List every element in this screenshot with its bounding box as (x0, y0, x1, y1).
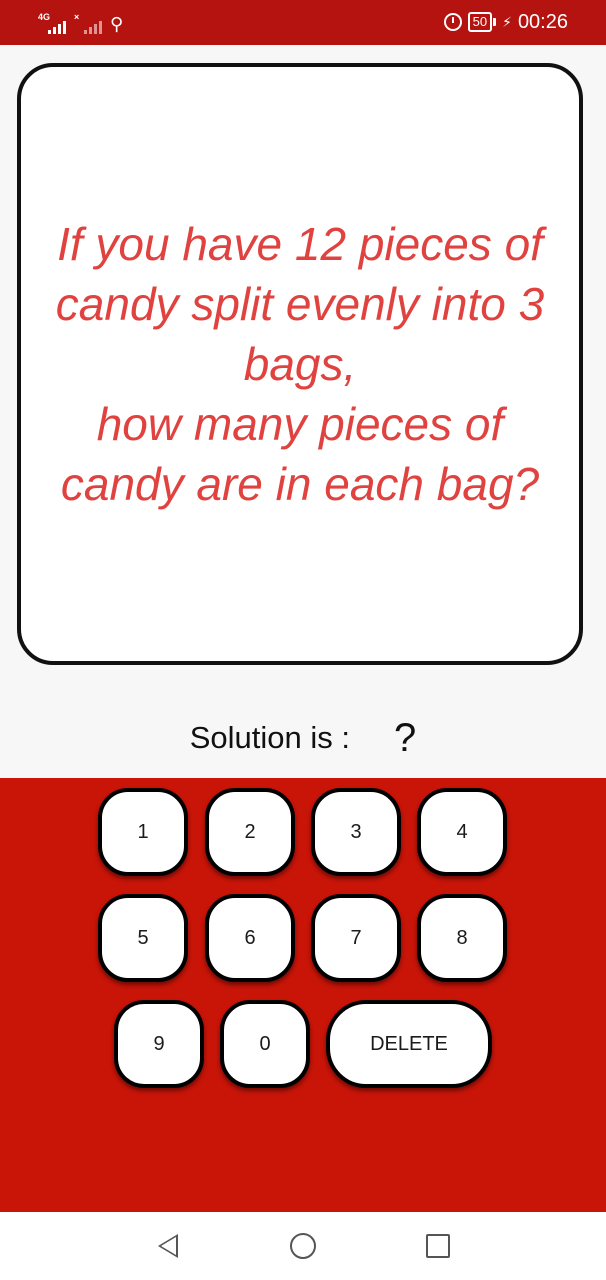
back-button[interactable] (152, 1230, 184, 1262)
recents-icon (426, 1234, 450, 1258)
navigation-bar (0, 1212, 606, 1280)
key-9[interactable]: 9 (114, 1000, 204, 1088)
question-text: If you have 12 pieces of candy split eve… (55, 218, 545, 510)
key-7[interactable]: 7 (311, 894, 401, 982)
key-3[interactable]: 3 (311, 788, 401, 876)
solution-row: Solution is : ? (0, 710, 606, 766)
status-bar: 4G × ⚲ 50 ⚡ 00:26 (0, 0, 606, 45)
question-card: If you have 12 pieces of candy split eve… (17, 63, 583, 665)
no-signal-icon: × (74, 12, 102, 34)
battery-icon: 50 (467, 12, 497, 32)
home-button[interactable] (287, 1230, 319, 1262)
solution-label: Solution is : (189, 720, 350, 755)
status-right-group: 50 ⚡ 00:26 (443, 8, 568, 36)
key-4[interactable]: 4 (417, 788, 507, 876)
key-5[interactable]: 5 (98, 894, 188, 982)
home-icon (290, 1233, 316, 1259)
alarm-icon (443, 13, 462, 31)
usb-icon: ⚲ (110, 14, 124, 34)
battery-level: 50 (472, 14, 488, 29)
delete-button[interactable]: DELETE (326, 1000, 492, 1088)
solution-value: ? (394, 715, 417, 760)
key-1[interactable]: 1 (98, 788, 188, 876)
signal-icon: 4G (38, 12, 66, 34)
key-2[interactable]: 2 (205, 788, 295, 876)
key-0[interactable]: 0 (220, 1000, 310, 1088)
back-icon (158, 1234, 178, 1258)
keypad: 1 2 3 4 5 6 7 8 9 0 DELETE (0, 778, 606, 1212)
key-8[interactable]: 8 (417, 894, 507, 982)
recents-button[interactable] (422, 1230, 454, 1262)
status-left-group: 4G × ⚲ (38, 10, 123, 34)
key-6[interactable]: 6 (205, 894, 295, 982)
charging-icon: ⚡ (502, 13, 512, 30)
status-time: 00:26 (517, 10, 568, 33)
